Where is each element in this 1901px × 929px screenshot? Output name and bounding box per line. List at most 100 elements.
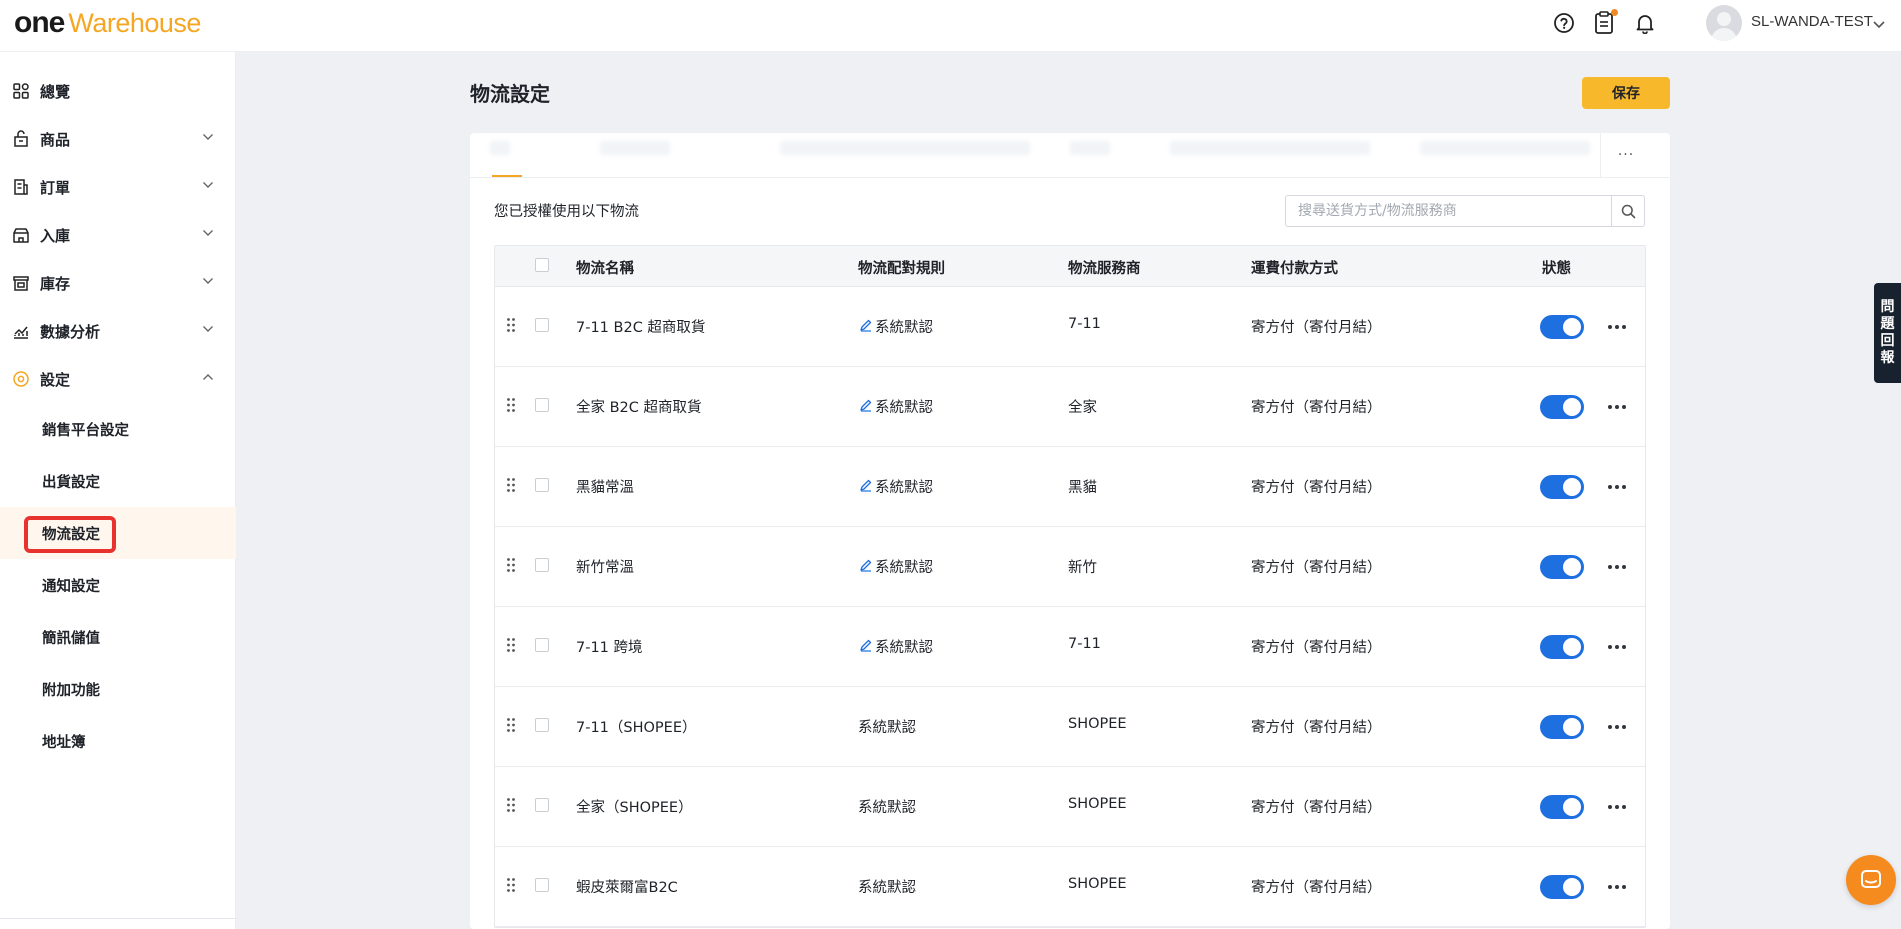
search-button[interactable]	[1611, 196, 1644, 226]
table-row: 蝦皮萊爾富B2C 系統默認 SHOPEE 寄方付（寄付月結）	[495, 847, 1645, 927]
tab-blurred[interactable]	[1070, 141, 1110, 155]
row-checkbox[interactable]	[535, 398, 549, 412]
sidebar-item-overview[interactable]: 總覽	[0, 67, 236, 115]
select-all-checkbox[interactable]	[535, 258, 549, 272]
sidebar-subitem-sms[interactable]: 簡訊儲值	[0, 611, 236, 663]
chevron-down-icon[interactable]	[1872, 16, 1886, 34]
logistics-provider: SHOPEE	[1068, 876, 1127, 892]
status-toggle[interactable]	[1540, 635, 1584, 659]
logistics-provider: 7-11	[1068, 316, 1101, 332]
save-button[interactable]: 保存	[1582, 77, 1670, 109]
toggle-knob	[1563, 398, 1581, 416]
logistics-provider: 全家	[1068, 400, 1097, 416]
drag-handle-icon[interactable]	[506, 797, 516, 813]
notification-dot	[1611, 9, 1618, 16]
sidebar-item-analytics[interactable]: 數據分析	[0, 307, 236, 355]
sidebar-subitem-label: 地址簿	[42, 734, 86, 751]
logistics-provider: 新竹	[1068, 560, 1097, 576]
status-toggle[interactable]	[1540, 875, 1584, 899]
matching-rule-link[interactable]: 系統默認	[875, 396, 933, 417]
avatar[interactable]	[1706, 5, 1742, 41]
tab-blurred[interactable]	[780, 141, 1030, 155]
status-toggle[interactable]	[1540, 715, 1584, 739]
chat-button[interactable]	[1846, 855, 1896, 905]
drag-handle-icon[interactable]	[506, 877, 516, 893]
matching-rule-link[interactable]: 系統默認	[875, 316, 933, 337]
drag-handle-icon[interactable]	[506, 317, 516, 333]
tab-bar: ···	[470, 133, 1670, 178]
row-more-button[interactable]	[1605, 715, 1629, 739]
edit-icon[interactable]	[859, 558, 873, 572]
row-checkbox[interactable]	[535, 638, 549, 652]
freight-payment-method: 寄方付（寄付月結）	[1251, 800, 1382, 816]
sidebar-subitem-label: 銷售平台設定	[42, 422, 129, 439]
logistics-name: 7-11 B2C 超商取貨	[576, 320, 706, 336]
sidebar-item-inventory[interactable]: 庫存	[0, 259, 236, 307]
column-header-payment: 運費付款方式	[1251, 261, 1338, 277]
app-logo[interactable]: one Warehouse	[14, 6, 201, 40]
row-more-button[interactable]	[1605, 795, 1629, 819]
drag-handle-icon[interactable]	[506, 397, 516, 413]
sidebar-item-order[interactable]: 訂單	[0, 163, 236, 211]
row-checkbox[interactable]	[535, 318, 549, 332]
sidebar-subitem-label: 出貨設定	[42, 474, 100, 491]
tab-blurred[interactable]	[600, 141, 670, 155]
search-input[interactable]	[1286, 196, 1610, 226]
feedback-tab[interactable]: 問題回報	[1874, 283, 1901, 383]
status-toggle[interactable]	[1540, 475, 1584, 499]
sidebar-item-label: 庫存	[40, 274, 71, 293]
status-toggle[interactable]	[1540, 315, 1584, 339]
row-checkbox[interactable]	[535, 558, 549, 572]
chevron-down-icon	[203, 278, 213, 284]
edit-icon[interactable]	[859, 638, 873, 652]
drag-handle-icon[interactable]	[506, 637, 516, 653]
sidebar-subitem-addons[interactable]: 附加功能	[0, 663, 236, 715]
row-more-button[interactable]	[1605, 315, 1629, 339]
tab-blurred[interactable]	[490, 141, 510, 155]
status-toggle[interactable]	[1540, 395, 1584, 419]
row-checkbox[interactable]	[535, 478, 549, 492]
sidebar-item-inbound[interactable]: 入庫	[0, 211, 236, 259]
drag-handle-icon[interactable]	[506, 477, 516, 493]
logistics-card: ··· 您已授權使用以下物流 物流名稱 物流配對規則 物流服務商 運費付款方式 …	[470, 133, 1670, 929]
sidebar-item-product[interactable]: 商品	[0, 115, 236, 163]
status-toggle[interactable]	[1540, 795, 1584, 819]
sidebar-subitem-sales-platform[interactable]: 銷售平台設定	[0, 403, 236, 455]
tab-blurred[interactable]	[1420, 141, 1590, 155]
username-label[interactable]: SL-WANDA-TEST	[1751, 13, 1873, 30]
sidebar-subitem-label: 通知設定	[42, 578, 100, 595]
edit-icon[interactable]	[859, 398, 873, 412]
tab-more-button[interactable]: ···	[1600, 133, 1651, 177]
row-more-button[interactable]	[1605, 555, 1629, 579]
sidebar-subitem-address-book[interactable]: 地址簿	[0, 715, 236, 767]
tab-blurred[interactable]	[1170, 141, 1370, 155]
help-icon[interactable]	[1551, 10, 1577, 36]
sidebar-subitem-shipping[interactable]: 出貨設定	[0, 455, 236, 507]
drag-handle-icon[interactable]	[506, 557, 516, 573]
matching-rule-link[interactable]: 系統默認	[875, 636, 933, 657]
row-checkbox[interactable]	[535, 798, 549, 812]
sidebar-subitem-logistics[interactable]: 物流設定	[0, 507, 236, 559]
sidebar-item-settings[interactable]: 設定	[0, 355, 236, 403]
matching-rule-link[interactable]: 系統默認	[875, 556, 933, 577]
sidebar-item-label: 訂單	[40, 178, 71, 197]
row-more-button[interactable]	[1605, 635, 1629, 659]
bell-icon[interactable]	[1632, 10, 1658, 36]
feedback-char: 題	[1880, 316, 1895, 332]
row-more-button[interactable]	[1605, 875, 1629, 899]
drag-handle-icon[interactable]	[506, 717, 516, 733]
feedback-char: 問	[1880, 299, 1895, 315]
row-more-button[interactable]	[1605, 475, 1629, 499]
table-row: 全家 B2C 超商取貨 系統默認 全家 寄方付（寄付月結）	[495, 367, 1645, 447]
row-checkbox[interactable]	[535, 878, 549, 892]
row-more-button[interactable]	[1605, 395, 1629, 419]
status-toggle[interactable]	[1540, 555, 1584, 579]
row-checkbox[interactable]	[535, 718, 549, 732]
matching-rule-link[interactable]: 系統默認	[875, 476, 933, 497]
clipboard-icon[interactable]	[1591, 9, 1618, 36]
edit-icon[interactable]	[859, 478, 873, 492]
table-row: 7-11（SHOPEE） 系統默認 SHOPEE 寄方付（寄付月結）	[495, 687, 1645, 767]
logistics-name: 全家（SHOPEE）	[576, 800, 693, 816]
sidebar-subitem-notification[interactable]: 通知設定	[0, 559, 236, 611]
edit-icon[interactable]	[859, 318, 873, 332]
